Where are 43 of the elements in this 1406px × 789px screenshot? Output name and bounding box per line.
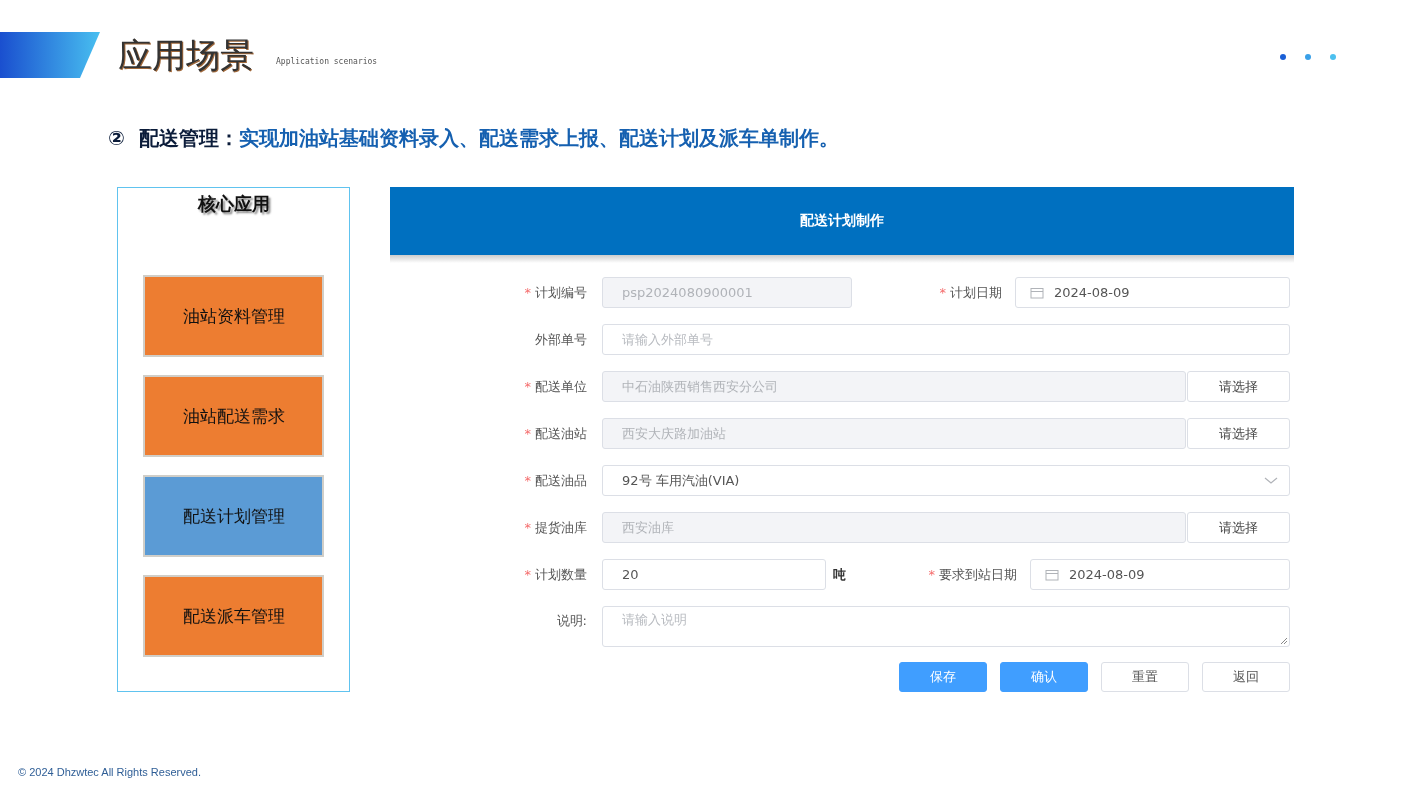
required-mark: * (524, 379, 531, 394)
required-mark: * (524, 285, 531, 300)
dot-icon (1280, 54, 1286, 60)
required-mark: * (939, 285, 946, 300)
section-title: 配送管理： (138, 124, 239, 152)
field-label: 配送油站 (535, 424, 587, 443)
panel-title: 核心应用 (197, 192, 270, 216)
field-label: 计划日期 (950, 283, 1002, 302)
app-tile[interactable]: 油站配送需求 (143, 375, 324, 457)
dot-icon (1305, 54, 1311, 60)
resize-handle-icon (1280, 637, 1288, 645)
calendar-icon (1045, 568, 1059, 581)
field-label: 计划编号 (535, 283, 587, 302)
page-subtitle: Application scenarios (276, 56, 378, 66)
chevron-down-icon (1264, 476, 1278, 485)
form-button[interactable]: 返回 (1202, 662, 1290, 692)
field-label: 配送单位 (535, 377, 587, 396)
input-field[interactable]: 20 (602, 559, 826, 590)
form-button[interactable]: 重置 (1101, 662, 1189, 692)
dot-icon (1330, 54, 1336, 60)
field-label: 提货油库 (535, 518, 587, 537)
required-mark: * (524, 567, 531, 582)
field-label: 配送油品 (535, 471, 587, 490)
required-mark: * (524, 520, 531, 535)
unit-label: 吨 (833, 565, 846, 584)
calendar-icon (1030, 286, 1044, 299)
copyright-text: © 2024 Dhzwtec All Rights Reserved. (18, 766, 201, 778)
required-mark: * (524, 426, 531, 441)
field-label: 计划数量 (535, 565, 587, 584)
app-tile[interactable]: 配送计划管理 (143, 475, 324, 557)
dropdown-field[interactable]: 92号 车用汽油(VIA) (602, 465, 1290, 496)
date-field[interactable]: 2024-08-09 (1030, 559, 1290, 590)
form-header: 配送计划制作 (390, 187, 1294, 255)
required-mark: * (524, 473, 531, 488)
app-tile[interactable]: 油站资料管理 (143, 275, 324, 357)
field-label: 要求到站日期 (939, 565, 1017, 584)
required-mark: * (928, 567, 935, 582)
field-label: 说明: (556, 612, 587, 630)
section-number: ② (108, 126, 125, 150)
page-title: 应用场景 (118, 34, 254, 77)
field-label: 外部单号 (535, 330, 587, 349)
section-description: 实现加油站基础资料录入、配送需求上报、配送计划及派车单制作。 (238, 124, 839, 152)
app-tile[interactable]: 配送派车管理 (143, 575, 324, 657)
